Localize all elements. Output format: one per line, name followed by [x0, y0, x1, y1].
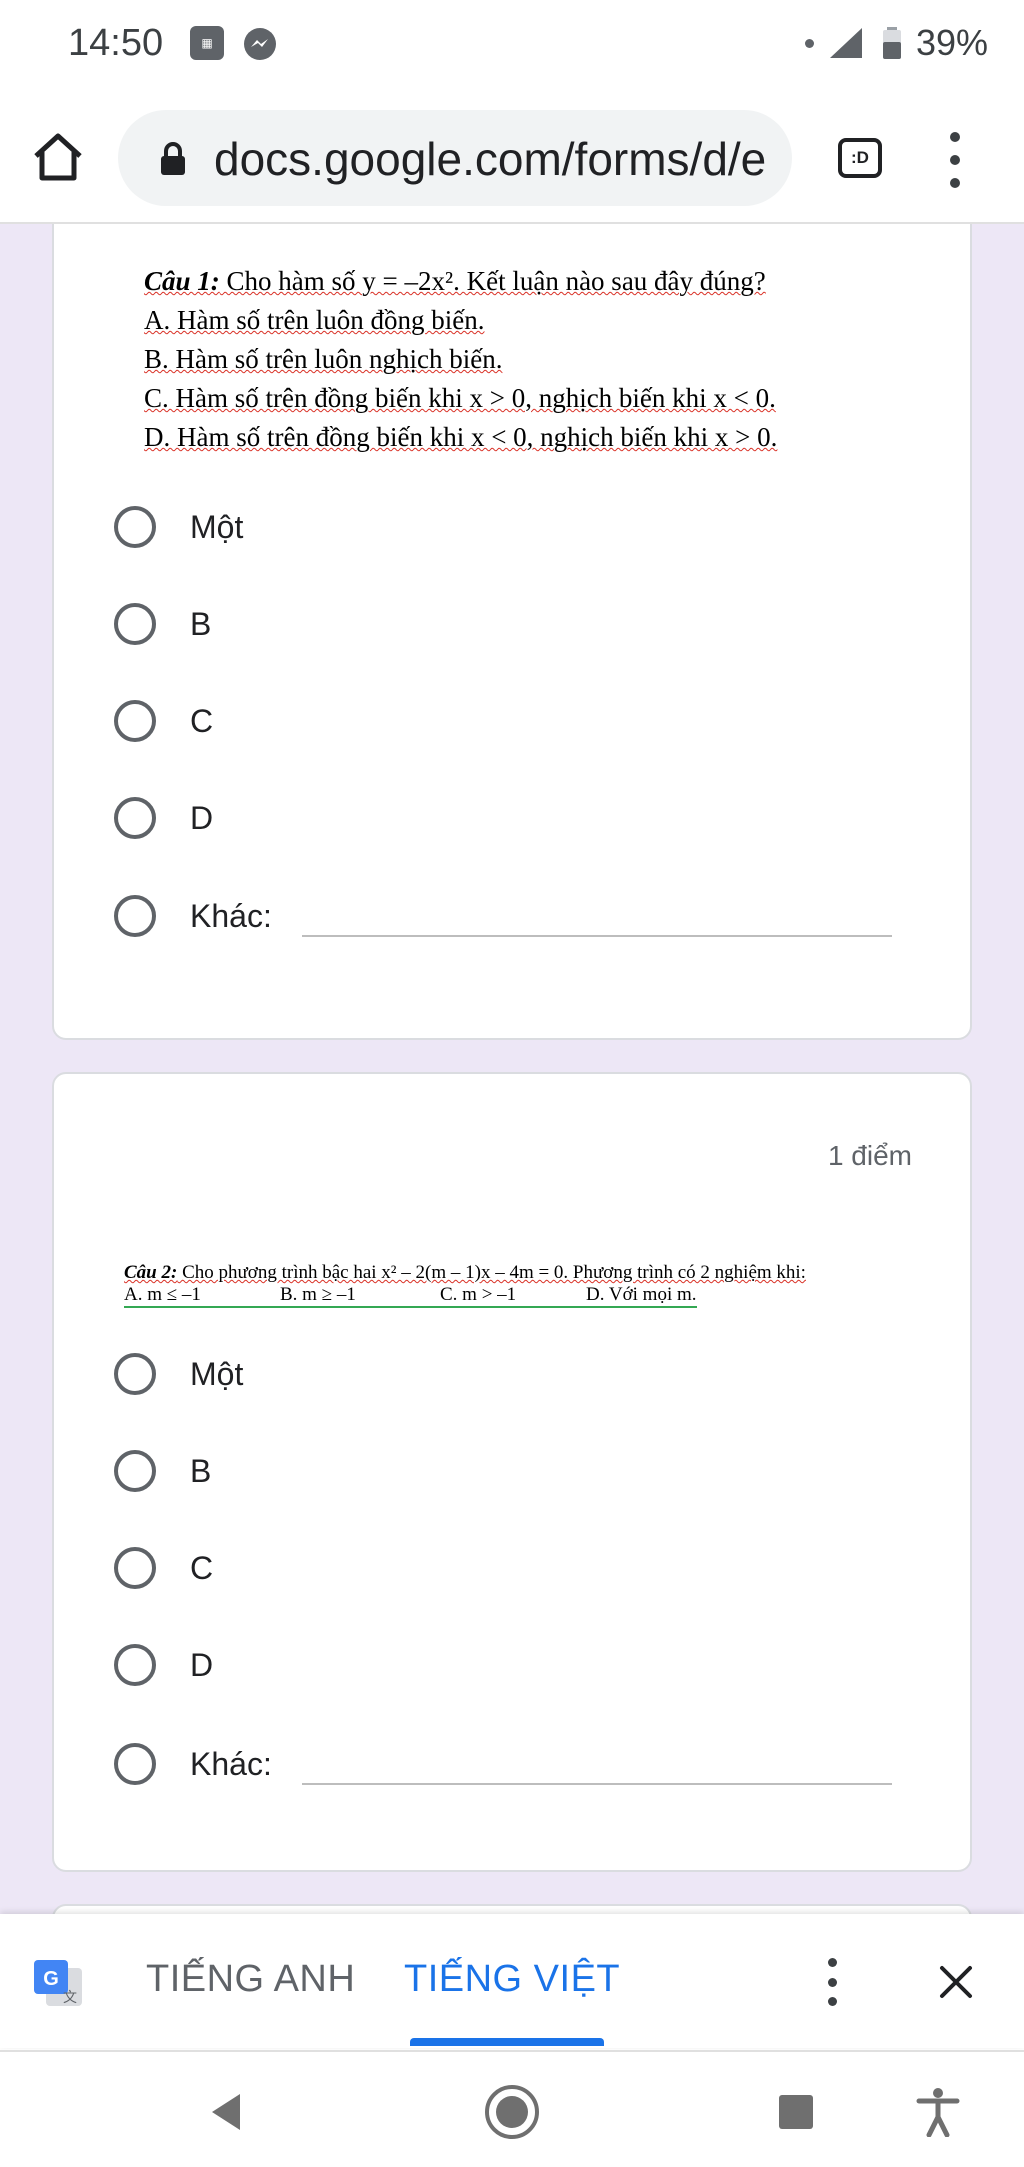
- question-card-3: [52, 1904, 972, 1914]
- question-card-1: Câu 1: Cho hàm số y = –2x². Kết luận nào…: [52, 224, 972, 1040]
- radio-button[interactable]: [114, 1743, 156, 1785]
- option-label: B: [190, 605, 212, 642]
- question-card-2: 1 điểm Câu 2: Cho phương trình bậc hai x…: [52, 1072, 972, 1872]
- radio-button[interactable]: [114, 797, 156, 839]
- home-nav-icon[interactable]: [482, 2082, 542, 2142]
- radio-button[interactable]: [114, 700, 156, 742]
- radio-button[interactable]: [114, 895, 156, 937]
- radio-button[interactable]: [114, 506, 156, 548]
- option-mot[interactable]: Một: [114, 497, 934, 557]
- question-2-choice-d: D. Với mọi m.: [586, 1284, 697, 1305]
- address-bar[interactable]: docs.google.com/forms/d/e: [118, 110, 792, 206]
- option-c[interactable]: C: [114, 1538, 934, 1598]
- option-label: D: [190, 1646, 214, 1683]
- option-other[interactable]: Khác:: [114, 1734, 934, 1794]
- svg-text:G: G: [43, 1968, 59, 1990]
- app-notification-icon: ▦: [190, 26, 224, 60]
- radio-button[interactable]: [114, 1644, 156, 1686]
- tab-switcher-button[interactable]: :D: [838, 138, 882, 178]
- option-d[interactable]: D: [114, 1635, 934, 1695]
- home-icon[interactable]: [30, 128, 86, 184]
- question-1-line-d: D. Hàm số trên đồng biến khi x < 0, nghị…: [144, 422, 778, 452]
- option-label: Một: [190, 1355, 244, 1392]
- messenger-icon: [244, 28, 276, 60]
- option-b[interactable]: B: [114, 594, 934, 654]
- translate-target-language-tab[interactable]: TIẾNG VIỆT: [404, 1958, 620, 2001]
- question-2-prompt: Cho phương trình bậc hai x² – 2(m – 1)x …: [177, 1262, 806, 1283]
- question-1-image: Câu 1: Cho hàm số y = –2x². Kết luận nào…: [144, 262, 777, 457]
- question-1-line-c: C. Hàm số trên đồng biến khi x > 0, nghị…: [144, 383, 776, 413]
- radio-button[interactable]: [114, 1450, 156, 1492]
- option-label: B: [190, 1452, 212, 1489]
- browser-menu-icon[interactable]: [940, 132, 970, 188]
- question-2-choice-a: A. m ≤ –1: [124, 1284, 201, 1305]
- option-label: Khác:: [190, 897, 272, 934]
- status-time: 14:50: [68, 22, 164, 64]
- points-label: 1 điểm: [827, 1140, 912, 1171]
- browser-toolbar: docs.google.com/forms/d/e :D: [0, 92, 1024, 224]
- question-1-prompt: Cho hàm số y = –2x². Kết luận nào sau đâ…: [219, 266, 766, 296]
- translate-bar: G 文 TIẾNG ANH TIẾNG VIỆT: [0, 1914, 1024, 2048]
- question-2-head: Câu 2:: [124, 1262, 178, 1283]
- question-2-image: Câu 2: Cho phương trình bậc hai x² – 2(m…: [124, 1262, 806, 1308]
- option-mot[interactable]: Một: [114, 1344, 934, 1404]
- option-label: C: [190, 702, 214, 739]
- google-translate-icon[interactable]: G 文: [32, 1958, 84, 2010]
- radio-button[interactable]: [114, 1353, 156, 1395]
- radio-button[interactable]: [114, 1547, 156, 1589]
- svg-text:文: 文: [63, 1989, 77, 2005]
- url-text: docs.google.com/forms/d/e: [214, 133, 767, 185]
- question-1-head: Câu 1:: [144, 266, 220, 296]
- option-d[interactable]: D: [114, 788, 934, 848]
- option-c[interactable]: C: [114, 691, 934, 751]
- form-page: Câu 1: Cho hàm số y = –2x². Kết luận nào…: [0, 224, 1024, 1914]
- translate-source-language-tab[interactable]: TIẾNG ANH: [146, 1958, 355, 2001]
- option-label: D: [190, 799, 214, 836]
- back-icon[interactable]: [196, 2082, 256, 2142]
- accessibility-icon[interactable]: [908, 2082, 968, 2142]
- option-label: Một: [190, 508, 244, 545]
- option-label: Khác:: [190, 1745, 272, 1782]
- option-b[interactable]: B: [114, 1441, 934, 1501]
- question-2-choice-c: C. m > –1: [440, 1284, 517, 1305]
- radio-button[interactable]: [114, 603, 156, 645]
- close-icon[interactable]: [932, 1958, 980, 2006]
- battery-icon: [882, 27, 901, 59]
- question-2-choice-b: B. m ≥ –1: [280, 1284, 356, 1305]
- option-label: C: [190, 1549, 214, 1586]
- translate-more-icon[interactable]: [820, 1958, 844, 2006]
- battery-percent: 39%: [915, 22, 988, 63]
- other-text-input[interactable]: [301, 895, 892, 937]
- other-text-input[interactable]: [301, 1743, 892, 1785]
- active-tab-indicator: [410, 2038, 604, 2046]
- notification-dot-icon: [804, 38, 814, 48]
- status-bar: 14:50 ▦ 39%: [0, 0, 1024, 92]
- system-navigation-bar: [0, 2050, 1024, 2167]
- recents-icon[interactable]: [766, 2082, 826, 2142]
- question-1-line-a: A. Hàm số trên luôn đồng biến.: [144, 305, 485, 335]
- option-other[interactable]: Khác:: [114, 886, 934, 946]
- signal-icon: [829, 28, 862, 58]
- question-1-line-b: B. Hàm số trên luôn nghịch biến.: [144, 344, 503, 374]
- lock-icon: [161, 142, 185, 175]
